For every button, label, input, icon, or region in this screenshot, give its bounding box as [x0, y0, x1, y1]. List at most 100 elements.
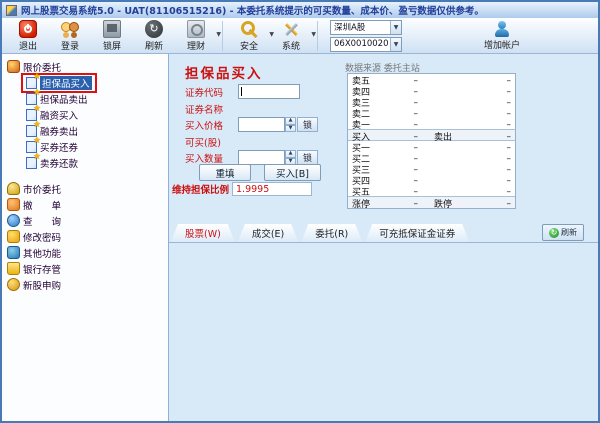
sidebar-item-label: 撤 单 [23, 198, 61, 212]
buy-button[interactable]: 买入[B] [264, 164, 321, 181]
query-icon [7, 214, 20, 227]
login-button[interactable]: 登录 [54, 20, 86, 52]
quote-value: – [384, 199, 418, 209]
sidebar-item[interactable]: 市价委托 [2, 181, 168, 196]
account-select[interactable]: 06X0010020 ▼ [330, 37, 402, 52]
tab-label: 委托(R) [315, 226, 348, 240]
password-icon [7, 230, 20, 243]
sidebar-item[interactable]: 撤 单 [2, 197, 168, 212]
doc-star-icon [26, 157, 37, 169]
lock-screen-button[interactable]: 锁屏 [96, 20, 128, 52]
text-caret [241, 87, 242, 96]
wealth-icon [187, 20, 205, 38]
tab-strip: 股票(W)成交(E) 委托(R) 可充抵保证金证券 [171, 224, 469, 242]
refresh-button[interactable]: 刷新 [138, 20, 170, 52]
available-shares-label: 可买(股) [185, 135, 238, 149]
sidebar-item[interactable]: 限价委托 [2, 59, 168, 74]
quote-value: – [384, 143, 418, 153]
quote-label: 卖出 [418, 130, 470, 143]
market-select-value: 深圳A股 [334, 21, 365, 33]
quote-value: – [384, 187, 418, 197]
exit-button[interactable]: 退出 [12, 20, 44, 52]
sidebar-item-label: 查 询 [23, 214, 61, 228]
sidebar-item-label: 限价委托 [23, 60, 61, 74]
quote-value: – [470, 187, 515, 197]
buy-quantity-input[interactable] [238, 150, 285, 165]
market-select[interactable]: 深圳A股 ▼ [330, 20, 402, 35]
sidebar-item[interactable]: 担保品卖出 [2, 91, 168, 106]
chevron-down-icon[interactable]: ▼ [390, 21, 401, 34]
exit-icon [19, 20, 37, 38]
maintenance-ratio-label: 维持担保比例 [172, 182, 229, 196]
system-button[interactable]: 系统▼ [275, 20, 307, 52]
security-button[interactable]: 安全▼ [233, 20, 265, 52]
chevron-down-icon[interactable]: ▼ [311, 31, 316, 38]
quote-value: – [384, 120, 418, 130]
buy-price-input[interactable] [238, 117, 285, 132]
tab[interactable]: 委托(R) [301, 224, 362, 242]
ipo-icon [7, 278, 20, 291]
quote-row: 买四–– [348, 174, 515, 185]
sidebar-item[interactable]: 担保品买入 [2, 75, 168, 90]
price-lock-button[interactable]: 锁 [297, 117, 318, 132]
sidebar-item[interactable]: 买券还券 [2, 139, 168, 154]
step-up-icon[interactable]: ▲ [285, 150, 296, 158]
sidebar-item[interactable]: 银行存管 [2, 261, 168, 276]
sidebar-item-label: 新股申购 [23, 278, 61, 292]
toolbar-button-label: 退出 [19, 39, 37, 52]
wealth-button[interactable]: 理财▼ [180, 20, 212, 52]
title-bar: 网上股票交易系统5.0 - UAT(81106515216) - 本委托系统提示… [2, 2, 598, 18]
quote-value: – [470, 109, 515, 119]
step-up-icon[interactable]: ▲ [285, 117, 296, 125]
buy-price-stepper: ▲ ▼ [285, 117, 296, 132]
sidebar-item-label: 担保品卖出 [40, 92, 88, 106]
quantity-lock-button[interactable]: 锁 [297, 150, 318, 165]
cancel-order-icon [7, 198, 20, 211]
chevron-down-icon[interactable]: ▼ [216, 31, 221, 38]
quote-value: – [470, 165, 515, 175]
security-code-input[interactable] [238, 84, 300, 99]
sidebar-item-label: 其他功能 [23, 246, 61, 260]
chevron-down-icon[interactable]: ▼ [390, 38, 401, 51]
buy-price-label: 买入价格 [185, 118, 238, 132]
system-icon [282, 20, 300, 38]
sidebar-item[interactable]: 融券卖出 [2, 123, 168, 138]
quote-value: – [384, 165, 418, 175]
quote-row: 卖五–– [348, 74, 515, 85]
quote-row: 买二–– [348, 152, 515, 163]
quote-value: – [470, 143, 515, 153]
reset-button[interactable]: 重填 [199, 164, 251, 181]
sidebar-item[interactable]: 其他功能 [2, 245, 168, 260]
step-down-icon[interactable]: ▼ [285, 125, 296, 133]
quote-value: – [384, 132, 418, 142]
buy-price-row: 买入价格 ▲ ▼ 锁 [185, 117, 318, 132]
tab[interactable]: 股票(W) [171, 224, 235, 242]
toolbar-button-label: 登录 [61, 39, 79, 52]
tab[interactable]: 可充抵保证金证券 [365, 224, 469, 242]
market-account-selects: 深圳A股 ▼ 06X0010020 ▼ [330, 20, 402, 52]
tab[interactable]: 成交(E) [238, 224, 298, 242]
toolbar-divider [317, 21, 318, 51]
quote-value: – [470, 199, 515, 209]
bank-custody-icon [7, 262, 20, 275]
sidebar-item[interactable]: 查 询 [2, 213, 168, 228]
buy-quantity-stepper: ▲ ▼ [285, 150, 296, 165]
sidebar-item[interactable]: 融资买入 [2, 107, 168, 122]
quote-table: 卖五––卖四––卖三––卖二––卖一––买入–卖出–买一––买二––买三––买四… [347, 73, 516, 209]
quote-value: – [384, 109, 418, 119]
add-account-button[interactable]: 增加帐户 [484, 21, 520, 51]
quote-refresh-button[interactable]: 刷新 [542, 224, 584, 241]
security-code-row: 证券代码 [185, 84, 300, 99]
sidebar-item[interactable]: 新股申购 [2, 277, 168, 292]
add-account-label: 增加帐户 [484, 38, 520, 51]
sidebar-item[interactable]: 卖券还款 [2, 155, 168, 170]
sidebar-menu: 限价委托担保品买入担保品卖出融资买入融券卖出买券还券卖券还款市价委托撤 单查 询… [2, 54, 169, 421]
app-window: 网上股票交易系统5.0 - UAT(81106515216) - 本委托系统提示… [0, 0, 600, 423]
toolbar-buttons: 退出 登录 锁屏刷新理财▼ 安全▼ 系统▼ [12, 20, 318, 52]
tab-baseline [169, 242, 598, 243]
chevron-down-icon[interactable]: ▼ [269, 31, 274, 38]
sidebar-item[interactable]: 修改密码 [2, 229, 168, 244]
quote-refresh-label: 刷新 [561, 227, 577, 238]
sidebar-item-label: 银行存管 [23, 262, 61, 276]
security-code-label: 证券代码 [185, 85, 238, 99]
